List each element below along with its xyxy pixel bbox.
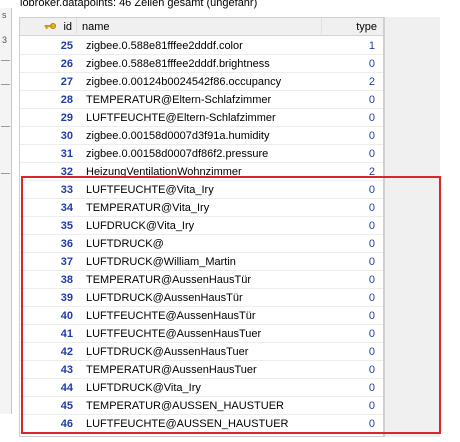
sidebar-divider (1, 60, 10, 61)
left-sidebar-strip[interactable]: s 3 (0, 8, 12, 414)
table-row[interactable]: 28 TEMPERATUR@Eltern-Schlafzimmer 0 (20, 91, 383, 109)
sidebar-divider (1, 84, 10, 85)
primary-key-icon (44, 23, 56, 29)
cell-name[interactable]: zigbee.0.588e81fffee2dddf.brightness (77, 55, 322, 73)
table-row[interactable]: 25 zigbee.0.588e81fffee2dddf.color 1 (20, 37, 383, 55)
column-header-name[interactable]: name (77, 18, 322, 36)
cell-type[interactable]: 0 (322, 127, 383, 145)
sidebar-char-2: 3 (2, 35, 8, 45)
cell-id[interactable]: 27 (20, 73, 77, 91)
table-row[interactable]: 26 zigbee.0.588e81fffee2dddf.brightness 0 (20, 55, 383, 73)
table-row[interactable]: 31 zigbee.0.00158d0007df86f2.pressure 0 (20, 145, 383, 163)
cell-id[interactable]: 25 (20, 37, 77, 55)
cell-id[interactable]: 30 (20, 127, 77, 145)
cell-name[interactable]: zigbee.0.00158d0007df86f2.pressure (77, 145, 322, 163)
result-title: iobroker.datapoints: 46 Zeilen gesamt (u… (20, 0, 258, 9)
cell-name[interactable]: LUFTFEUCHTE@Eltern-Schlafzimmer (77, 109, 322, 127)
sidebar-divider (1, 126, 10, 127)
table-row[interactable]: 27 zigbee.0.00124b0024542f86.occupancy 2 (20, 73, 383, 91)
column-header-name-label: name (82, 21, 110, 33)
cell-id[interactable]: 28 (20, 91, 77, 109)
cell-type[interactable]: 0 (322, 145, 383, 163)
column-header-id[interactable]: id (20, 18, 77, 36)
cell-type[interactable]: 1 (322, 37, 383, 55)
cell-type[interactable]: 0 (322, 55, 383, 73)
red-highlight-box (21, 176, 441, 434)
cell-name[interactable]: zigbee.0.00158d0007d3f91a.humidity (77, 127, 322, 145)
cell-id[interactable]: 26 (20, 55, 77, 73)
table-row[interactable]: 30 zigbee.0.00158d0007d3f91a.humidity 0 (20, 127, 383, 145)
cell-type[interactable]: 0 (322, 91, 383, 109)
sidebar-divider (1, 173, 10, 174)
sidebar-char-1: s (2, 10, 7, 20)
cell-name[interactable]: zigbee.0.588e81fffee2dddf.color (77, 37, 322, 55)
column-header-type-label: type (356, 21, 377, 33)
cell-name[interactable]: zigbee.0.00124b0024542f86.occupancy (77, 73, 322, 91)
table-row[interactable]: 29 LUFTFEUCHTE@Eltern-Schlafzimmer 0 (20, 109, 383, 127)
cell-id[interactable]: 31 (20, 145, 77, 163)
cell-id[interactable]: 29 (20, 109, 77, 127)
column-header-type[interactable]: type (322, 18, 383, 36)
cell-type[interactable]: 0 (322, 109, 383, 127)
column-header-id-label: id (63, 21, 72, 33)
cell-type[interactable]: 2 (322, 73, 383, 91)
cell-name[interactable]: TEMPERATUR@Eltern-Schlafzimmer (77, 91, 322, 109)
grid-header: id name type (20, 18, 383, 36)
